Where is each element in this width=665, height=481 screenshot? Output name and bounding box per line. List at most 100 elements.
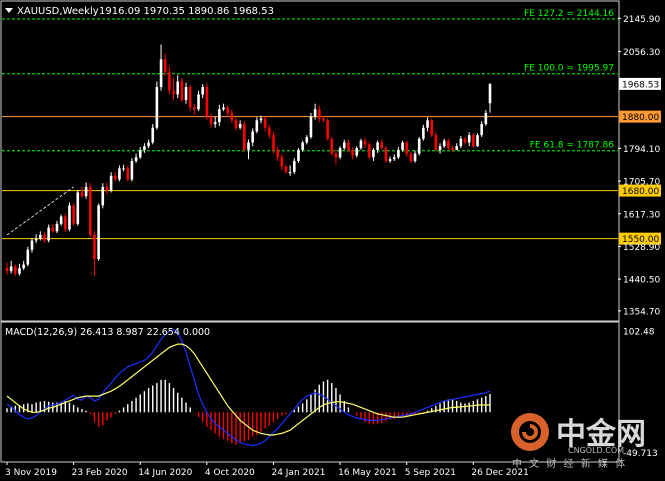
candle-body: [434, 135, 438, 150]
x-tick-label: 23 Feb 2020: [72, 468, 128, 478]
candle-body: [5, 268, 9, 272]
candle-body: [118, 168, 121, 180]
candle-body: [326, 120, 329, 139]
candle-body: [188, 87, 192, 108]
x-tick-label: 24 Jan 2021: [271, 468, 325, 478]
x-tick-label: 3 Nov 2019: [5, 468, 57, 478]
y-tick-label: 1617.30: [623, 210, 660, 220]
candle-body: [263, 118, 267, 128]
candle-body: [209, 116, 213, 125]
candle-body: [151, 127, 155, 143]
candle-body: [234, 120, 238, 128]
candle-body: [9, 266, 13, 272]
candle-body: [93, 234, 96, 259]
candle-body: [293, 161, 296, 173]
watermark-site: CNGOLD.COM: [568, 446, 624, 455]
candle-body: [317, 109, 321, 119]
candle-body: [268, 127, 271, 136]
candle-body: [484, 112, 488, 125]
macd-y-tick-label: 102.48: [623, 328, 655, 338]
candle-body: [330, 138, 334, 154]
candle-body: [159, 59, 163, 88]
macd-pane[interactable]: [6, 328, 491, 447]
candle-body: [113, 175, 117, 180]
fib-label: FE 61.8 = 1787.86: [530, 141, 615, 151]
candle-body: [30, 240, 34, 250]
candle-body: [455, 146, 458, 150]
candle-body: [184, 87, 188, 100]
cngold-watermark: 中金网 CNGOLD.COM 中 文 财 经 新 媒 体: [511, 413, 646, 470]
candle-body: [376, 142, 379, 150]
candle-body: [97, 205, 100, 259]
candle-body: [130, 161, 134, 180]
candle-body: [313, 109, 317, 117]
candle-body: [80, 192, 84, 197]
candle-body: [380, 142, 384, 149]
candle-body: [247, 142, 250, 150]
candle-body: [305, 136, 309, 143]
candle-body: [88, 186, 92, 235]
fib-projection-line: [6, 186, 74, 236]
candle-body: [438, 146, 442, 150]
candle-body: [272, 135, 275, 150]
candle-body: [101, 186, 105, 206]
candle-body: [388, 159, 392, 161]
y-tick-label: 2056.30: [623, 48, 660, 58]
candle-body: [401, 142, 404, 150]
candle-body: [163, 59, 167, 73]
ohlc-values: 1916.09 1970.35 1890.86 1968.53: [99, 6, 274, 17]
candle-body: [372, 149, 375, 158]
y-tick-label: 1794.10: [623, 145, 660, 155]
candle-body: [338, 148, 342, 158]
candle-body: [351, 149, 354, 156]
y-tick-label: 1528.90: [623, 243, 660, 253]
candle-body: [384, 148, 388, 161]
candle-body: [451, 148, 454, 150]
last-price-label: 1968.53: [622, 80, 659, 90]
x-tick-label: 14 Jun 2020: [138, 468, 192, 478]
candle-body: [218, 109, 221, 123]
candle-body: [476, 135, 479, 147]
candle-body: [413, 153, 417, 161]
candle-body: [347, 142, 350, 150]
fib-label: FE 127.2 = 2144.16: [524, 9, 614, 19]
candle-body: [359, 140, 363, 149]
candle-body: [109, 175, 113, 191]
candle-body: [180, 81, 184, 100]
candle-body: [259, 118, 263, 121]
candle-body: [222, 107, 225, 110]
level-price-label: 1880.00: [622, 113, 659, 123]
price-pane-frame: [0, 0, 620, 322]
candle-body: [201, 87, 204, 95]
candle-body: [176, 81, 180, 95]
candle-body: [63, 216, 67, 230]
candle-body: [284, 166, 288, 173]
y-tick-label: 1440.50: [623, 276, 660, 286]
candle-body: [47, 227, 50, 241]
candle-body: [138, 149, 142, 158]
candle-body: [18, 268, 21, 274]
price-pane[interactable]: FE 127.2 = 2144.16 FE 100.0 = 1995.97 FE 6…: [2, 9, 618, 277]
candle-body: [51, 227, 55, 232]
candle-body: [367, 144, 371, 158]
candle-body: [251, 131, 254, 143]
y-tick-label: 2145.90: [623, 15, 660, 25]
x-tick-label: 5 Sep 2021: [405, 468, 456, 478]
candle-body: [472, 135, 475, 147]
candle-body: [405, 142, 409, 154]
candle-body: [280, 157, 284, 167]
candle-body: [126, 168, 130, 180]
candle-body: [409, 153, 413, 161]
chart-canvas: FE 127.2 = 2144.16 FE 100.0 = 1995.97 FE 6…: [0, 0, 661, 478]
candle-body: [122, 168, 125, 170]
candle-body: [459, 138, 463, 147]
candle-body: [442, 140, 446, 147]
watermark-tagline: 中 文 财 经 新 媒 体: [512, 457, 627, 470]
y-tick-label: 1705.70: [623, 178, 660, 188]
candle-body: [76, 192, 80, 224]
candle-body: [363, 140, 367, 145]
candle-body: [22, 264, 25, 269]
candle-body: [68, 205, 71, 230]
candle-body: [168, 72, 171, 91]
triangle-down-icon[interactable]: [5, 8, 13, 13]
